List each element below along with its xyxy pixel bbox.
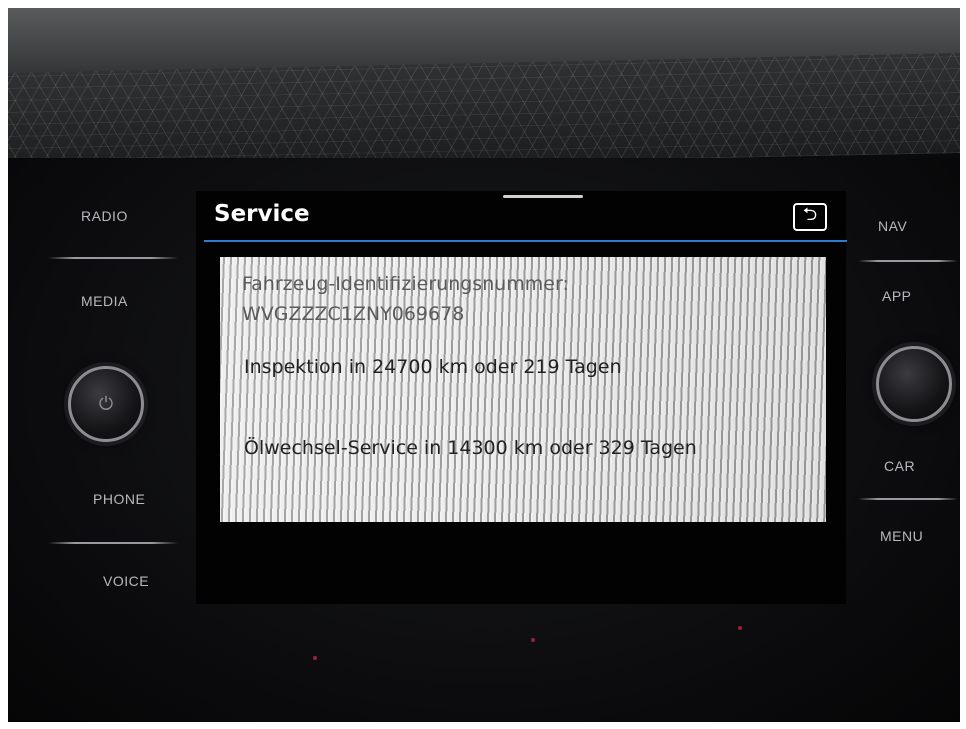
title-underline (204, 240, 847, 242)
return-arrow-icon: ⮌ (802, 204, 818, 225)
tuning-knob[interactable] (876, 346, 952, 422)
drag-handle[interactable] (503, 195, 583, 198)
car-button[interactable]: CAR (884, 458, 915, 474)
media-button[interactable]: MEDIA (81, 293, 128, 309)
nav-button[interactable]: NAV (878, 218, 907, 234)
power-icon: ⏻ (98, 393, 114, 415)
radio-button[interactable]: RADIO (81, 208, 128, 224)
dashboard-photo: RADIO MEDIA ⏻ PHONE VOICE NAV APP CAR ME… (8, 8, 960, 722)
indicator-dot (531, 638, 535, 642)
inspection-due: Inspektion in 24700 km oder 219 Tagen (244, 356, 622, 378)
vin-value: WVGZZZC1ZNY069678 (242, 303, 465, 325)
app-button[interactable]: APP (882, 288, 912, 304)
indicator-dot (738, 626, 742, 630)
indicator-dot (313, 656, 317, 660)
decor-trim (8, 53, 960, 173)
vin-label: Fahrzeug-Identifizierungsnummer: (242, 273, 569, 295)
divider (48, 257, 178, 259)
phone-button[interactable]: PHONE (93, 491, 145, 507)
page-title: Service (214, 201, 310, 227)
back-button[interactable]: ⮌ (793, 203, 827, 231)
menu-button[interactable]: MENU (880, 528, 923, 544)
divider (48, 542, 178, 544)
divider (858, 498, 958, 500)
voice-button[interactable]: VOICE (103, 573, 149, 589)
oil-service-due: Ölwechsel-Service in 14300 km oder 329 T… (244, 437, 697, 459)
service-info-panel: Fahrzeug-Identifizierungsnummer: WVGZZZC… (220, 257, 826, 522)
volume-knob[interactable]: ⏻ (68, 366, 144, 442)
display-screen: Service ⮌ Fahrzeug-Identifizierungsnumme… (196, 191, 847, 604)
divider (858, 260, 958, 262)
